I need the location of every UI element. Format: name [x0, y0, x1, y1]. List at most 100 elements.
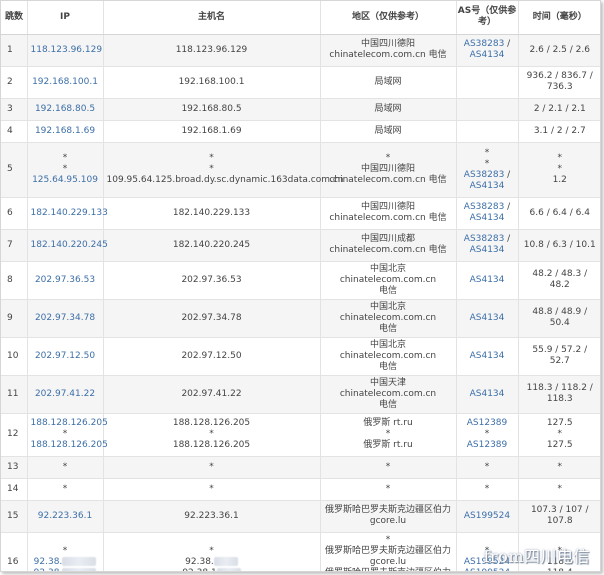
- hostname-cell: 202.97.41.22: [103, 375, 321, 414]
- loc-line: chinatelecom.com.cn 电信: [329, 175, 447, 185]
- table-row: 13 * * * * *: [1, 456, 600, 479]
- ip-line[interactable]: 202.97.34.78: [31, 313, 100, 324]
- as-link[interactable]: AS199524: [464, 511, 510, 521]
- as-link[interactable]: AS4134: [470, 389, 505, 399]
- as-link[interactable]: AS4134: [470, 275, 505, 285]
- ip-line[interactable]: 92.223.36.1: [31, 511, 100, 522]
- time-cell: 936.2 / 836.7 /736.3: [518, 66, 600, 99]
- as-link[interactable]: AS4134: [470, 181, 505, 191]
- host-line: 192.168.80.5: [181, 103, 242, 114]
- as-placeholder: *: [484, 429, 490, 439]
- loc-line: gcore.lu: [369, 556, 407, 567]
- table-row: 8 202.97.36.53 202.97.36.53 中国北京 chinatelec…: [1, 261, 600, 300]
- loc-line: 中国北京 chinatelecom.com.cn: [339, 263, 437, 285]
- time-line: 118.3: [546, 394, 573, 404]
- as-link[interactable]: AS4134: [470, 213, 505, 223]
- host-line: *: [209, 483, 214, 494]
- table-row: 11 202.97.41.22 202.97.41.22 中国天津 chinatele…: [1, 375, 600, 414]
- loc-line: 电信: [378, 399, 397, 410]
- as-link[interactable]: AS199524: [464, 568, 510, 572]
- ip-line[interactable]: 192.168.100.1: [31, 77, 100, 88]
- time-line: 2.6 / 2.5 / 2.6: [529, 44, 590, 55]
- time-line: *: [557, 153, 563, 163]
- host-line: 92.223.36.1: [184, 510, 239, 521]
- location-cell: 中国四川成都 chinatelecom.com.cn 电信: [320, 229, 457, 262]
- redaction-blur: [213, 556, 238, 566]
- hostname-cell: 202.97.36.53: [103, 261, 321, 300]
- ip-cell: 118.123.96.129: [27, 34, 104, 67]
- table-row: 7 182.140.220.245 182.140.220.245 中国四川成都 chi…: [1, 229, 600, 262]
- ip-cell: 188.128.126.205 * 188.128.126.205: [27, 413, 108, 457]
- hop-cell: 16: [1, 532, 28, 571]
- ip-line[interactable]: 118.123.96.129: [31, 45, 103, 56]
- ip-line[interactable]: 92.38.: [31, 567, 100, 571]
- ip-line[interactable]: 188.128.126.205: [31, 440, 108, 451]
- location-cell: 中国北京 chinatelecom.com.cn 电信: [320, 337, 457, 376]
- as-link[interactable]: AS4134: [470, 313, 505, 323]
- ip-line[interactable]: 182.140.220.245: [31, 240, 108, 251]
- hostname-cell: 192.168.100.1: [103, 66, 321, 99]
- ip-cell: 202.97.36.53: [27, 261, 104, 300]
- as-link[interactable]: AS4134: [470, 351, 505, 361]
- hop-cell: 10: [1, 337, 28, 376]
- ip-line[interactable]: 192.168.1.69: [31, 126, 100, 137]
- ip-cell: 92.223.36.1: [27, 500, 104, 533]
- ip-cell: 192.168.100.1: [27, 66, 104, 99]
- hop-cell: 6: [1, 197, 28, 230]
- ip-line: *: [62, 461, 68, 472]
- as-link[interactable]: AS4134: [470, 245, 505, 255]
- as-link[interactable]: AS38283: [464, 39, 505, 49]
- as-number-cell: AS38283 / AS4134: [456, 34, 519, 67]
- time-cell: 55.9 / 57.2 /52.7: [518, 337, 600, 376]
- hostname-cell: 182.140.229.133: [103, 197, 321, 230]
- location-cell: 中国天津 chinatelecom.com.cn 电信: [320, 375, 457, 414]
- as-line: *: [460, 429, 515, 440]
- ip-line[interactable]: 192.168.80.5: [31, 104, 100, 115]
- time-cell: 107.3 / 107 / 107.8: [518, 500, 600, 533]
- header-hostname: 主机名: [103, 1, 321, 35]
- table-row: 5 * * 125.64.95.109 * * 109.95.64.125.broad.dy…: [1, 142, 600, 198]
- ip-line[interactable]: 202.97.36.53: [31, 275, 100, 286]
- host-line: 92.38.1: [107, 567, 317, 571]
- as-link[interactable]: AS38283: [464, 234, 505, 244]
- time-line: 48.2: [549, 280, 570, 290]
- location-cell: 局域网: [320, 98, 457, 121]
- ip-line[interactable]: 182.140.229.133: [31, 208, 108, 219]
- loc-line: *: [385, 534, 391, 545]
- hop-cell: 8: [1, 261, 28, 300]
- ip-line[interactable]: 92.38.: [31, 556, 100, 568]
- loc-line: 中国四川德阳: [360, 164, 415, 174]
- as-line: AS199524: [460, 511, 515, 522]
- as-link[interactable]: AS38283: [464, 202, 505, 212]
- ip-line: *: [62, 429, 68, 439]
- as-number-cell: *: [456, 456, 519, 479]
- header-ip: IP: [27, 1, 104, 35]
- ip-line: *: [62, 545, 68, 556]
- host-line: 202.97.34.78: [181, 312, 242, 323]
- time-line: *: [557, 483, 563, 494]
- watermark-text: from四川电信: [483, 547, 590, 566]
- loc-line: 俄罗斯 rt.ru: [363, 440, 413, 450]
- time-cell: 2 / 2.1 / 2.1: [518, 98, 600, 121]
- as-link[interactable]: AS38283: [464, 170, 505, 180]
- as-link[interactable]: AS4134: [470, 50, 505, 60]
- ip-cell: 192.168.80.5: [27, 98, 104, 121]
- ip-line[interactable]: 125.64.95.109: [31, 175, 100, 186]
- as-number-cell: [456, 98, 519, 121]
- loc-line: 中国四川德阳: [360, 202, 415, 212]
- host-line: 202.97.41.22: [181, 388, 242, 399]
- loc-line: 中国北京 chinatelecom.com.cn: [339, 339, 437, 361]
- ip-line[interactable]: 202.97.12.50: [31, 351, 100, 362]
- as-number-cell: AS4134: [456, 337, 519, 376]
- ip-line[interactable]: 188.128.126.205: [31, 418, 108, 429]
- loc-line: *: [385, 153, 391, 163]
- loc-line: 中国四川成都: [360, 234, 415, 244]
- table-row: 14 * * * * *: [1, 478, 600, 501]
- time-cell: 118.3 / 118.2 /118.3: [518, 375, 600, 414]
- as-placeholder: *: [484, 483, 490, 494]
- hop-cell: 7: [1, 229, 28, 262]
- as-link[interactable]: AS12389: [467, 440, 508, 450]
- as-link[interactable]: AS12389: [467, 418, 508, 428]
- ip-line[interactable]: 202.97.41.22: [31, 389, 100, 400]
- loc-line: *: [385, 461, 391, 472]
